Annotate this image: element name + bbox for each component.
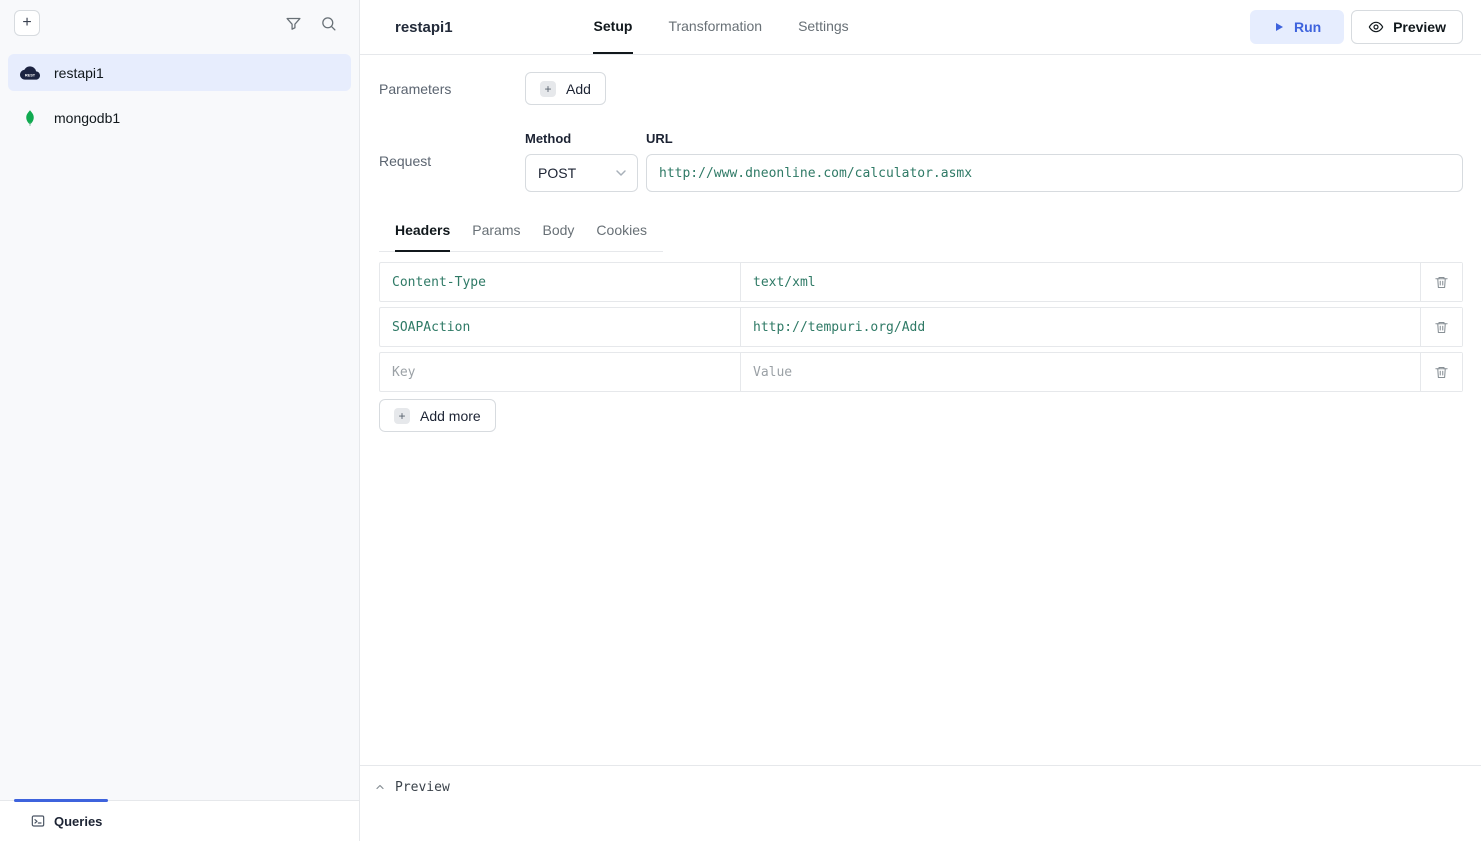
chevron-down-icon	[613, 165, 629, 181]
header-key-field[interactable]: SOAPAction	[380, 308, 741, 346]
method-select[interactable]: POST	[525, 154, 638, 192]
queries-tab[interactable]: Queries	[54, 814, 102, 829]
plus-icon: +	[22, 15, 31, 31]
method-value: POST	[538, 165, 576, 181]
delete-row-button[interactable]	[1420, 263, 1462, 301]
preview-panel: Preview	[360, 765, 1481, 841]
tab-setup[interactable]: Setup	[593, 0, 634, 54]
table-row: Content-Type text/xml	[379, 262, 1463, 302]
query-item-mongodb1[interactable]: mongodb1	[8, 99, 351, 136]
request-detail-tabs: Headers Params Body Cookies	[379, 222, 663, 252]
url-input[interactable]: http://www.dneonline.com/calculator.asmx	[646, 154, 1463, 192]
headers-table: Content-Type text/xml SOAPAction http://…	[379, 262, 1463, 432]
delete-row-button[interactable]	[1420, 353, 1462, 391]
queries-tab-active-indicator	[14, 799, 108, 802]
editor-tabs: Setup Transformation Settings	[593, 0, 850, 54]
plus-icon: +	[394, 408, 410, 424]
app-window: + REST re	[0, 0, 1481, 841]
preview-button-label: Preview	[1393, 19, 1446, 35]
query-list: REST restapi1 mongodb1	[0, 46, 359, 800]
header-key-field[interactable]: Content-Type	[380, 263, 741, 301]
header-actions: Run Preview	[1250, 10, 1463, 44]
search-icon[interactable]	[320, 15, 337, 32]
query-editor-main: restapi1 Setup Transformation Settings R…	[360, 0, 1481, 841]
filter-icon[interactable]	[285, 15, 302, 32]
new-header-key-input[interactable]	[392, 353, 728, 391]
svg-text:REST: REST	[25, 73, 36, 77]
plus-icon: +	[540, 81, 556, 97]
sidebar-toolbar: +	[0, 0, 359, 46]
tab-body[interactable]: Body	[543, 222, 575, 252]
new-header-value-input[interactable]	[753, 353, 1408, 391]
url-field: URL http://www.dneonline.com/calculator.…	[646, 131, 1463, 192]
run-button[interactable]: Run	[1250, 10, 1344, 44]
run-button-label: Run	[1294, 19, 1321, 35]
query-name-title[interactable]: restapi1	[395, 19, 453, 36]
query-item-restapi1[interactable]: REST restapi1	[8, 54, 351, 91]
parameters-label: Parameters	[379, 81, 525, 97]
header-key-field	[380, 353, 741, 391]
add-more-button[interactable]: + Add more	[379, 399, 496, 432]
play-icon	[1273, 21, 1285, 33]
method-field: Method POST	[525, 131, 638, 192]
tab-settings[interactable]: Settings	[797, 0, 850, 54]
chevron-up-icon	[374, 781, 386, 793]
add-more-wrap: + Add more	[379, 399, 1463, 432]
query-item-label: mongodb1	[54, 110, 120, 126]
delete-row-button[interactable]	[1420, 308, 1462, 346]
table-row: SOAPAction http://tempuri.org/Add	[379, 307, 1463, 347]
table-row	[379, 352, 1463, 392]
method-label: Method	[525, 131, 638, 146]
mongodb-icon	[20, 108, 40, 128]
add-parameter-label: Add	[566, 81, 591, 97]
preview-panel-label: Preview	[395, 780, 450, 795]
query-item-label: restapi1	[54, 65, 104, 81]
tab-cookies[interactable]: Cookies	[596, 222, 647, 252]
rest-api-icon: REST	[20, 63, 40, 83]
preview-panel-toggle[interactable]: Preview	[374, 774, 450, 800]
query-sidebar: + REST re	[0, 0, 360, 841]
url-label: URL	[646, 131, 1463, 146]
eye-icon	[1368, 19, 1384, 35]
query-editor-header: restapi1 Setup Transformation Settings R…	[360, 0, 1481, 55]
bottom-panel-bar: Queries	[0, 800, 359, 841]
header-value-field[interactable]: http://tempuri.org/Add	[741, 308, 1420, 346]
tab-transformation[interactable]: Transformation	[667, 0, 763, 54]
request-row: Request Method POST URL http://www.d	[379, 131, 1463, 192]
tab-params[interactable]: Params	[472, 222, 520, 252]
parameters-row: Parameters + Add	[379, 72, 1463, 105]
add-query-button[interactable]: +	[14, 10, 40, 36]
setup-panel: Parameters + Add Request Method POST	[360, 55, 1481, 765]
add-parameter-button[interactable]: + Add	[525, 72, 606, 105]
header-value-field[interactable]: text/xml	[741, 263, 1420, 301]
add-more-label: Add more	[420, 408, 481, 424]
tab-headers[interactable]: Headers	[395, 222, 450, 252]
queries-icon	[30, 813, 46, 829]
request-label: Request	[379, 131, 525, 169]
header-value-field	[741, 353, 1420, 391]
preview-button[interactable]: Preview	[1351, 10, 1463, 44]
